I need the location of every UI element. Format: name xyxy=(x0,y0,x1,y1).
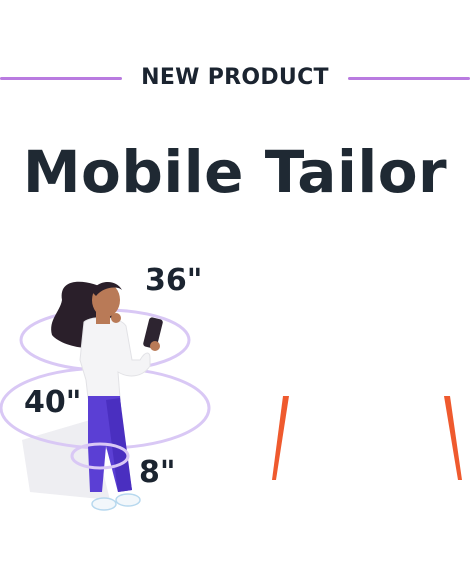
page-title: Mobile Tailor xyxy=(22,138,448,206)
hero-illustration: 36" 40" 8" xyxy=(0,250,470,564)
eyebrow-banner: NEW PRODUCT xyxy=(0,62,470,94)
chest-measurement: 36" xyxy=(145,263,203,298)
ankle-measurement: 8" xyxy=(139,455,176,490)
divider-line-left xyxy=(0,77,122,80)
shirt xyxy=(79,317,151,399)
shoe-right xyxy=(115,493,141,507)
hand-chin xyxy=(111,313,121,323)
eyebrow-label: NEW PRODUCT xyxy=(141,65,329,90)
orange-stroke-right xyxy=(444,396,462,480)
hand-phone xyxy=(150,341,160,351)
orange-stroke-left xyxy=(272,396,289,480)
waist-measurement: 40" xyxy=(24,385,82,420)
divider-line-right xyxy=(348,77,470,80)
shoe-left xyxy=(91,497,117,511)
